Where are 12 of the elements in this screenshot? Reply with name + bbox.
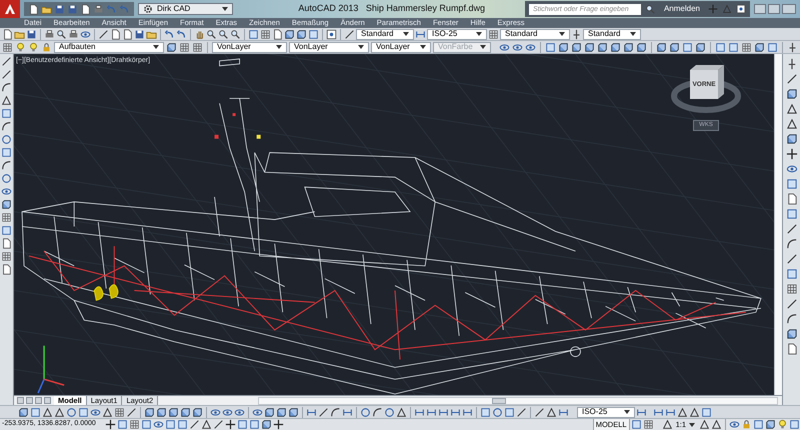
color-dropdown[interactable]: VonLayer <box>212 42 287 52</box>
layer-dropdown[interactable]: Aufbauten <box>54 42 164 52</box>
workspace-dropdown[interactable]: Dirk CAD <box>138 3 233 15</box>
window-title: AutoCAD 2013 Ship Hammersley Rumpf.dwg <box>298 2 485 16</box>
dimension-style-dropdown[interactable]: ISO-25 <box>427 28 487 40</box>
table-style-dropdown[interactable]: Standard <box>500 28 570 40</box>
linetype-dropdown[interactable]: VonLayer <box>289 42 369 52</box>
multileader-style-dropdown[interactable]: Standard <box>583 28 641 40</box>
dimension-style-dropdown[interactable]: ISO-25 <box>577 406 635 418</box>
text-style-dropdown[interactable]: Standard <box>356 28 414 40</box>
lineweight-dropdown[interactable]: VonLayer <box>371 42 431 52</box>
sign-in-button[interactable]: Anmelden <box>660 3 704 15</box>
